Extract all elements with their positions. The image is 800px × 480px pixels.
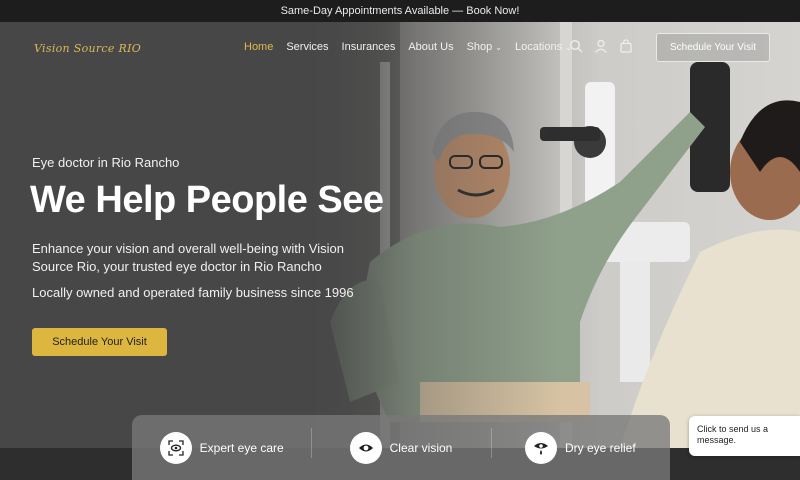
hero-section [0, 22, 800, 448]
features-bar: Expert eye care Clear vision Dry eye rel… [132, 415, 670, 480]
hero-tagline: Locally owned and operated family busine… [32, 285, 354, 300]
nav-item-locations[interactable]: Locations ⌄ [515, 41, 572, 53]
feature-expert-eye-care: Expert eye care [132, 431, 311, 464]
announcement-bar[interactable]: Same-Day Appointments Available — Book N… [0, 0, 800, 22]
hero-headline: We Help People See [30, 179, 384, 221]
nav-item-insurances[interactable]: Insurances [342, 41, 396, 53]
feature-dry-eye-relief: Dry eye relief [490, 427, 670, 464]
announcement-text[interactable]: Same-Day Appointments Available — Book N… [281, 5, 520, 17]
chat-widget[interactable]: Click to send us a message. [689, 416, 800, 456]
search-icon[interactable] [569, 39, 583, 53]
nav-item-services[interactable]: Services [286, 41, 328, 53]
site-logo[interactable]: Vision Source RIO [34, 42, 141, 55]
hero-description: Enhance your vision and overall well-bei… [32, 241, 344, 274]
chevron-down-icon[interactable]: ⌄ [495, 43, 502, 52]
header-icons [569, 39, 633, 53]
nav-item-about-us[interactable]: About Us [408, 41, 453, 53]
nav-item-shop[interactable]: Shop ⌄ [467, 41, 502, 53]
feature-label: Dry eye relief [564, 440, 636, 455]
eye-scan-icon [159, 431, 192, 464]
feature-label: Expert eye care [199, 440, 284, 455]
eye-icon [349, 431, 382, 464]
nav-label-shop[interactable]: Shop [467, 41, 493, 53]
cart-icon[interactable] [619, 39, 633, 53]
nav-label-insurances[interactable]: Insurances [342, 41, 396, 53]
schedule-visit-button-header[interactable]: Schedule Your Visit [656, 33, 770, 62]
nav-item-home[interactable]: Home [244, 41, 273, 53]
hero-photo [0, 22, 800, 448]
nav-label-about-us[interactable]: About Us [408, 41, 453, 53]
feature-label: Clear vision [389, 440, 453, 455]
feature-clear-vision: Clear vision [311, 427, 490, 464]
schedule-visit-button[interactable]: Schedule Your Visit [32, 328, 167, 356]
nav-label-services[interactable]: Services [286, 41, 328, 53]
main-nav: Home Services Insurances About Us Shop ⌄ … [244, 41, 585, 53]
account-icon[interactable] [594, 39, 608, 53]
nav-label-home[interactable]: Home [244, 41, 273, 53]
eye-drop-icon [524, 431, 557, 464]
hero-eyebrow: Eye doctor in Rio Rancho [32, 155, 180, 170]
nav-label-locations[interactable]: Locations [515, 41, 562, 53]
